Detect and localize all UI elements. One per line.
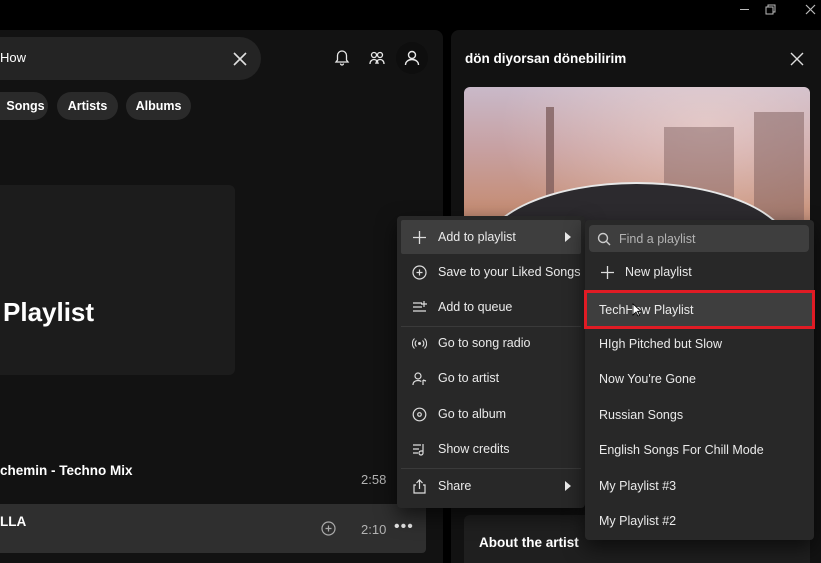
mouse-cursor-icon [632,303,642,317]
playlist-item-label: HIgh Pitched but Slow [599,337,722,351]
close-icon [805,4,815,14]
add-circle-icon[interactable] [321,521,336,536]
track-duration: 2:58 [361,472,387,487]
add-circle-icon [411,264,427,280]
friends-icon [369,51,385,65]
about-artist-label: About the artist [479,535,579,550]
bell-icon [334,50,350,66]
search-bar[interactable]: How [0,37,261,80]
playlist-item-label: English Songs For Chill Mode [599,443,764,457]
menu-item-label: Add to queue [438,300,513,314]
top-result-title: Playlist [3,297,95,327]
filter-chip-artists[interactable]: Artists [57,92,118,120]
close-icon[interactable] [790,52,804,66]
album-icon [411,406,427,422]
playlist-item-label: My Playlist #3 [599,479,677,493]
playlist-item[interactable]: HIgh Pitched but Slow [585,327,814,361]
radio-icon [411,335,427,351]
filter-chip-label: Albums [135,99,182,113]
playlist-item-label: TechHow Playlist [599,302,694,317]
playlist-item-label: Russian Songs [599,408,684,422]
playlist-item-label: My Playlist #2 [599,514,677,528]
notifications-button[interactable] [328,44,356,72]
share-icon [411,478,427,494]
track-duration: 2:10 [361,522,387,537]
menu-item-label: Share [438,479,472,493]
playlist-item[interactable]: My Playlist #3 [585,469,814,503]
menu-item-label: Go to artist [438,371,500,385]
restore-icon [765,4,775,14]
new-playlist-button[interactable]: New playlist [585,255,814,289]
playlist-item[interactable]: My Playlist #2 [585,504,814,538]
menu-item-label: Save to your Liked Songs [438,265,581,279]
menu-item-song-radio[interactable]: Go to song radio [401,326,581,360]
user-icon [404,50,420,66]
new-playlist-label: New playlist [625,265,692,279]
playlist-item[interactable]: English Songs For Chill Mode [585,433,814,467]
menu-item-show-credits[interactable]: Show credits [401,432,581,466]
submenu-arrow-icon [565,481,571,491]
top-result-card[interactable] [0,185,235,375]
playlist-item-label: Now You're Gone [599,372,696,386]
friend-activity-button[interactable] [363,44,391,72]
menu-item-save-liked[interactable]: Save to your Liked Songs [401,255,581,289]
profile-button[interactable] [396,42,428,74]
playlist-submenu: New playlist TechHow Playlist HIgh Pitch… [584,220,815,540]
minimize-icon [739,8,749,10]
track-title[interactable]: chemin - Techno Mix [0,463,133,478]
more-options-icon[interactable]: ••• [394,518,414,536]
filter-chip-label: Songs [6,99,45,113]
context-menu: Add to playlist Save to your Liked Songs… [397,216,585,508]
menu-item-go-to-album[interactable]: Go to album [401,397,581,431]
menu-item-label: Go to song radio [438,336,531,350]
menu-item-label: Show credits [438,442,510,456]
filter-chip-label: Artists [67,99,108,113]
menu-item-add-to-playlist[interactable]: Add to playlist [401,220,581,254]
playlist-item[interactable]: Russian Songs [585,398,814,432]
queue-icon [411,299,427,315]
search-input[interactable]: How [0,50,26,65]
panel-title: dön diyorsan dönebilirim [465,51,627,66]
plus-icon [599,264,615,280]
title-bar [0,0,821,30]
menu-item-label: Add to playlist [438,230,516,244]
filter-chip-albums[interactable]: Albums [126,92,191,120]
credits-icon [411,441,427,457]
track-title[interactable]: LLA [0,514,26,529]
close-window-button[interactable] [790,0,821,18]
menu-item-label: Go to album [438,407,507,421]
filter-chip-songs[interactable]: Songs [0,92,48,120]
search-icon [597,232,611,245]
menu-item-add-to-queue[interactable]: Add to queue [401,290,581,324]
playlist-item[interactable]: TechHow Playlist [584,290,815,329]
artist-icon [411,370,427,386]
playlist-item[interactable]: Now You're Gone [585,362,814,396]
find-playlist-input[interactable] [619,231,799,246]
restore-button[interactable] [750,0,790,18]
submenu-arrow-icon [565,232,571,242]
menu-item-go-to-artist[interactable]: Go to artist [401,361,581,395]
clear-search-icon[interactable] [232,51,248,67]
main-content: How Songs Artists Albums Playlist chemin… [0,30,443,563]
table-row[interactable]: LLA 2:10 ••• [0,504,426,553]
plus-icon [411,229,427,245]
find-playlist-field[interactable] [589,225,809,252]
menu-item-share[interactable]: Share [401,469,581,503]
